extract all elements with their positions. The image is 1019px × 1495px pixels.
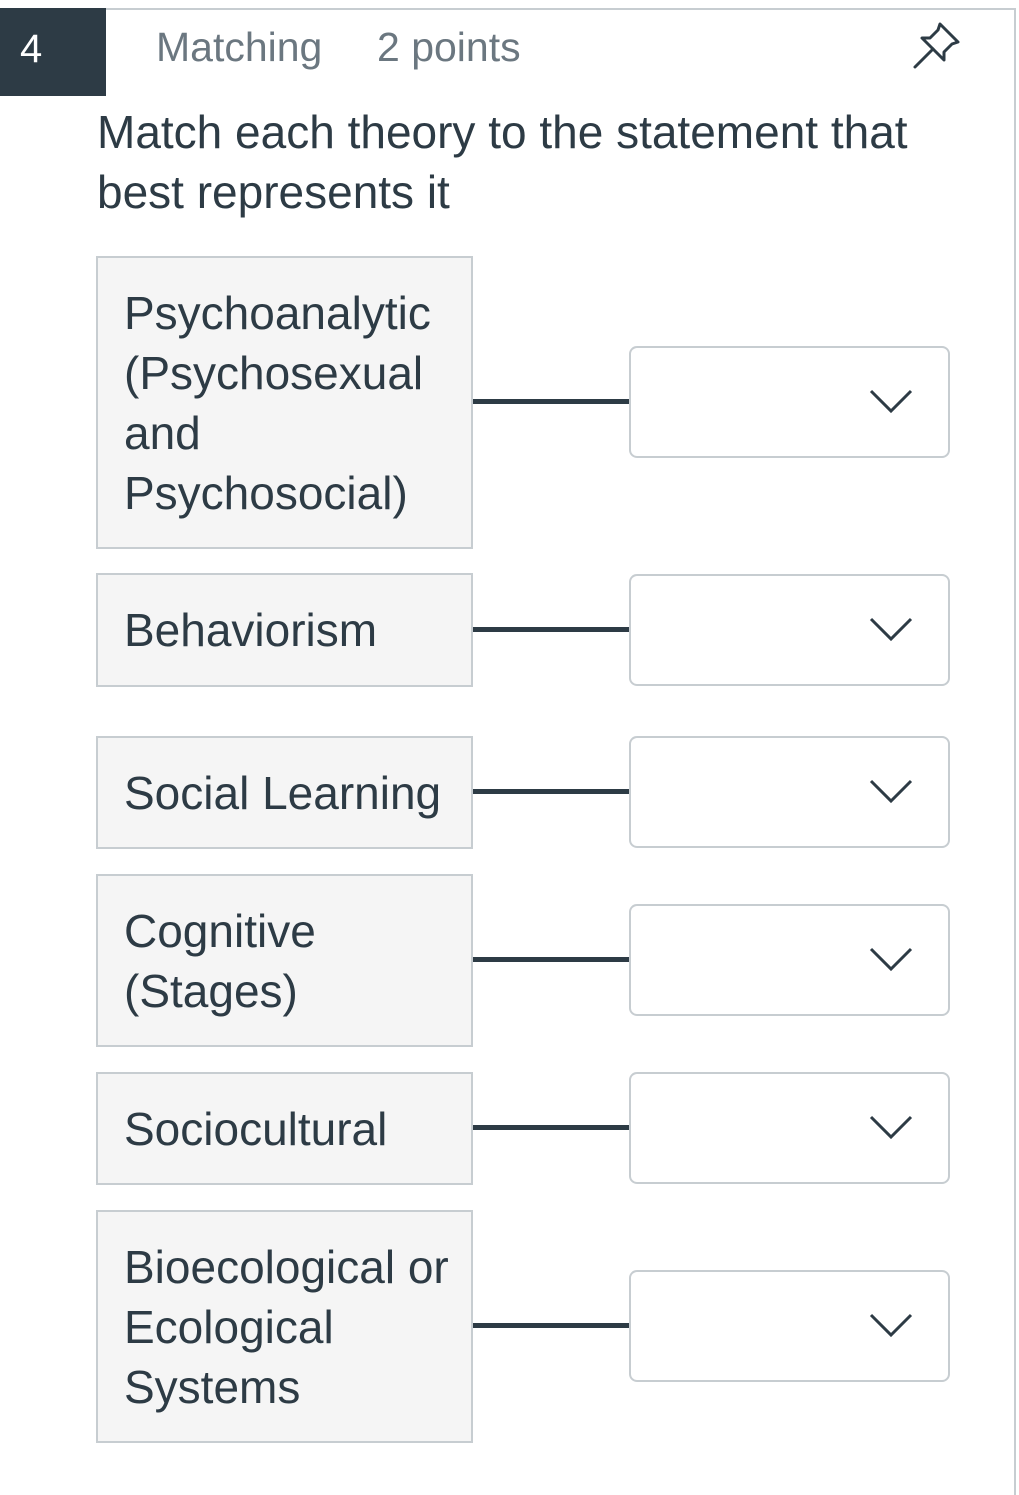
match-connector (473, 789, 629, 794)
answer-dropdown[interactable] (629, 904, 950, 1016)
match-term: Psychoanalytic (Psychosexual and Psychos… (96, 256, 473, 549)
question-points: 2 points (377, 24, 521, 70)
chevron-down-icon (869, 389, 913, 414)
match-connector (473, 1125, 629, 1130)
match-connector (473, 399, 629, 404)
answer-dropdown[interactable] (629, 574, 950, 686)
pin-icon[interactable] (906, 16, 966, 76)
chevron-down-icon (869, 947, 913, 972)
answer-dropdown[interactable] (629, 346, 950, 458)
answer-dropdown[interactable] (629, 1072, 950, 1184)
match-connector (473, 1323, 629, 1328)
chevron-down-icon (869, 779, 913, 804)
match-term: Social Learning (96, 736, 473, 849)
match-term: Bioecological or Ecological Systems (96, 1210, 473, 1443)
match-connector (473, 627, 629, 632)
chevron-down-icon (869, 1115, 913, 1140)
question-type: Matching (156, 24, 323, 70)
question-prompt: Match each theory to the statement that … (97, 106, 908, 218)
chevron-down-icon (869, 1313, 913, 1338)
match-term: Behaviorism (96, 573, 473, 687)
match-term: Sociocultural (96, 1072, 473, 1185)
match-term: Cognitive (Stages) (96, 874, 473, 1047)
answer-dropdown[interactable] (629, 736, 950, 848)
answer-dropdown[interactable] (629, 1270, 950, 1382)
chevron-down-icon (869, 617, 913, 642)
match-connector (473, 957, 629, 962)
question-number-badge: 4 (0, 8, 106, 96)
